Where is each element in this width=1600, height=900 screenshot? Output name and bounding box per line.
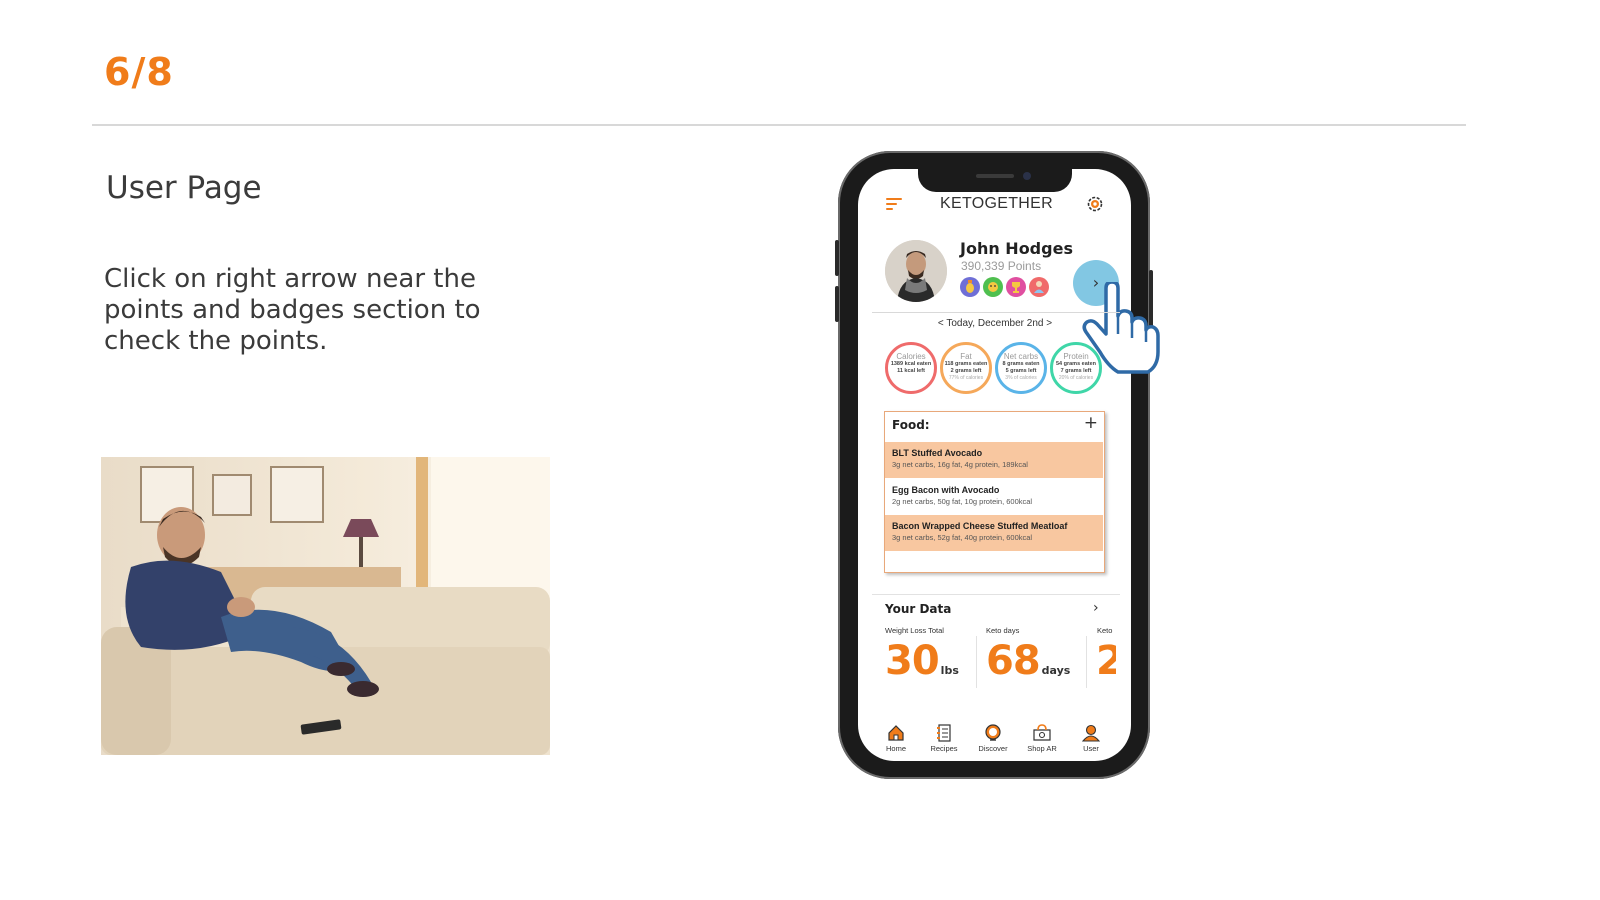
slide-number: 6/8 [104, 50, 174, 94]
gear-icon[interactable] [1085, 194, 1105, 214]
home-icon [888, 725, 904, 741]
discover-icon [985, 724, 1001, 741]
food-title: Food: [892, 418, 930, 432]
menu-icon[interactable] [886, 198, 902, 212]
keto-stat-clip: 2 [1096, 626, 1116, 696]
net-carbs-title: Net carbs [1003, 352, 1039, 361]
profile-divider [872, 312, 1120, 313]
recipes-icon [937, 724, 951, 742]
weight-loss-value: 30 [885, 638, 940, 684]
add-food-button[interactable]: + [1084, 413, 1098, 433]
nav-home[interactable]: Home [876, 724, 916, 753]
fat-ring[interactable]: Fat 118 grams eaten 2 grams left 77% of … [940, 342, 992, 394]
food-item-name: Egg Bacon with Avocado [892, 485, 1000, 495]
net-carbs-percent: 3% of calories [1005, 375, 1037, 381]
man-on-sofa-photo [101, 457, 550, 755]
keto-stat: 2 [1096, 638, 1116, 684]
speaker-grille [976, 174, 1014, 178]
slide-description: Click on right arrow near the points and… [104, 264, 481, 356]
slide-heading: User Page [106, 170, 262, 206]
phone-notch [918, 169, 1072, 192]
avatar[interactable] [885, 240, 947, 302]
user-name: John Hodges [960, 239, 1073, 258]
weight-loss-unit: lbs [940, 664, 959, 677]
protein-eaten: 54 grams eaten [1055, 361, 1097, 367]
your-data-divider [872, 594, 1120, 595]
net-carbs-ring[interactable]: Net carbs 8 grams eaten 5 grams left 3% … [995, 342, 1047, 394]
food-item[interactable]: Bacon Wrapped Cheese Stuffed Meatloaf 3g… [885, 515, 1103, 551]
nav-recipes[interactable]: Recipes [924, 724, 964, 753]
keto-days-unit: days [1041, 664, 1071, 677]
nav-shop-ar[interactable]: Shop AR [1022, 724, 1062, 753]
food-item-name: Bacon Wrapped Cheese Stuffed Meatloaf [892, 521, 1068, 531]
net-carbs-eaten: 8 grams eaten [1002, 361, 1040, 367]
nav-discover-label: Discover [978, 744, 1008, 753]
nav-shop-ar-label: Shop AR [1027, 744, 1057, 753]
nav-discover[interactable]: Discover [973, 724, 1013, 753]
gold-medal-badge-icon[interactable] [960, 277, 980, 297]
keto-days-value: 68 [986, 638, 1041, 684]
your-data-chevron-icon[interactable]: › [1093, 600, 1099, 616]
calories-left: 11 kcal left [897, 368, 925, 374]
calories-eaten: 1389 kcal eaten [890, 361, 932, 367]
keto-days-stat: 68 days [986, 638, 1070, 684]
net-carbs-left: 5 grams left [1005, 368, 1037, 374]
points-label: 390,339 Points [961, 259, 1042, 273]
fat-eaten: 118 grams eaten [944, 361, 988, 367]
keto-stat-value: 2 [1096, 638, 1116, 684]
nav-home-label: Home [885, 744, 906, 753]
fat-percent: 77% of calories [948, 375, 984, 381]
weight-loss-stat: 30 lbs [885, 638, 959, 684]
calories-ring[interactable]: Calories 1389 kcal eaten 11 kcal left [885, 342, 937, 394]
calories-title: Calories [896, 352, 926, 361]
smiley-badge-icon[interactable] [983, 277, 1003, 297]
food-item[interactable]: Egg Bacon with Avocado 2g net carbs, 50g… [885, 479, 1103, 515]
protein-ring[interactable]: Protein 54 grams eaten 7 grams left 20% … [1050, 342, 1102, 394]
nav-user-label: User [1083, 744, 1099, 753]
fat-left: 2 grams left [950, 368, 982, 374]
trophy-badge-icon[interactable] [1006, 277, 1026, 297]
shop-ar-icon [1033, 724, 1051, 741]
stat-divider [976, 636, 977, 688]
weight-loss-label: Weight Loss Total [885, 626, 944, 635]
user-icon [1082, 724, 1100, 742]
volume-down-button [835, 286, 839, 322]
star-person-badge-icon[interactable] [1029, 277, 1049, 297]
food-item-info: 3g net carbs, 52g fat, 40g protein, 600k… [892, 533, 1033, 542]
stat-divider [1086, 636, 1087, 688]
food-item[interactable]: BLT Stuffed Avocado 3g net carbs, 16g fa… [885, 442, 1103, 478]
nav-user[interactable]: User [1071, 724, 1111, 753]
keto-days-label: Keto days [986, 626, 1020, 635]
app-title: KETOGETHER [940, 195, 1053, 212]
your-data-title: Your Data [885, 602, 952, 616]
protein-title: Protein [1063, 352, 1089, 361]
date-navigator[interactable]: < Today, December 2nd > [900, 318, 1090, 329]
fat-title: Fat [960, 352, 972, 361]
volume-up-button [835, 240, 839, 276]
header-divider [92, 124, 1466, 126]
food-card: Food: + BLT Stuffed Avocado 3g net carbs… [884, 411, 1105, 573]
protein-percent: 20% of calories [1058, 375, 1094, 381]
food-item-info: 2g net carbs, 50g fat, 10g protein, 600k… [892, 497, 1033, 506]
protein-left: 7 grams left [1060, 368, 1092, 374]
food-item-info: 3g net carbs, 16g fat, 4g protein, 189kc… [892, 460, 1028, 469]
front-camera [1023, 172, 1031, 180]
food-item-name: BLT Stuffed Avocado [892, 448, 983, 458]
nav-recipes-label: Recipes [930, 744, 958, 753]
